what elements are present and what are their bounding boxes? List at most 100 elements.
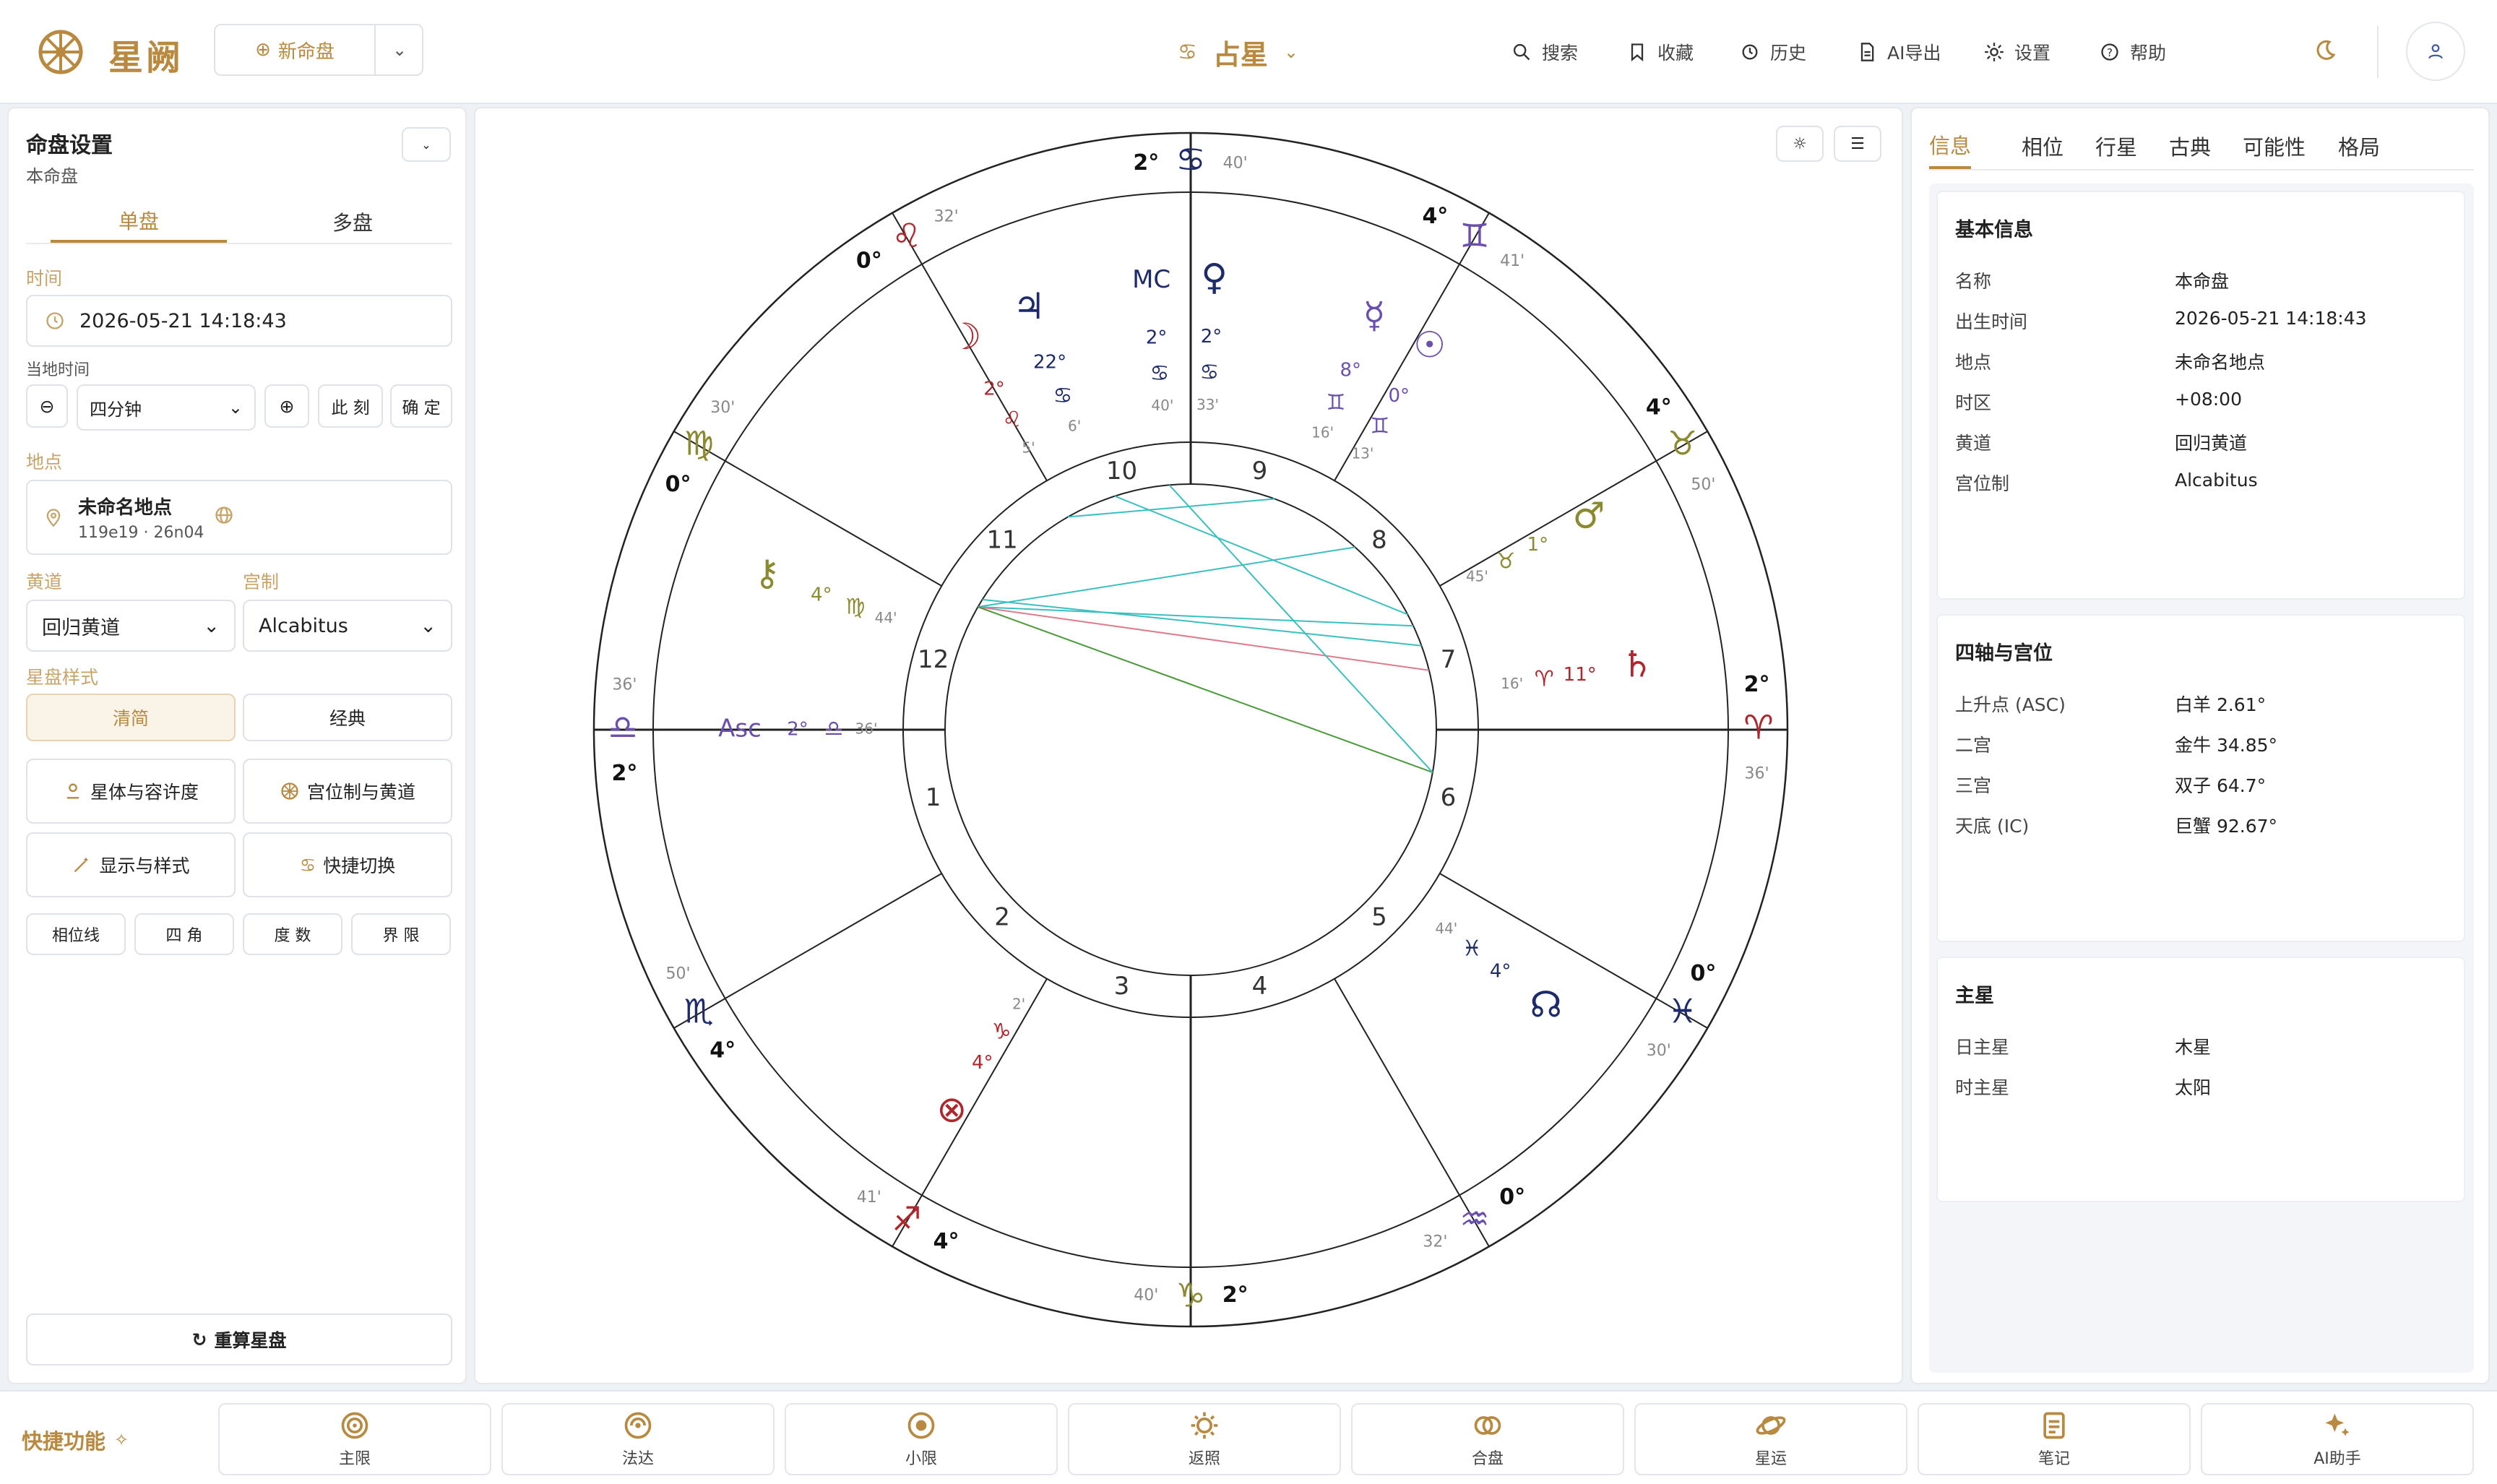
planet-degree: 2° xyxy=(1146,327,1168,349)
style-simple-button[interactable]: 清简 xyxy=(26,694,236,741)
step-select[interactable]: 四分钟 ⌄ xyxy=(77,384,256,431)
globe-icon[interactable] xyxy=(214,505,234,525)
cusp-minute: 36' xyxy=(1745,765,1769,783)
planet-sign: ♌ xyxy=(1003,407,1022,433)
house-ecliptic-button[interactable]: 宫位制与黄道 xyxy=(243,759,452,824)
step-forward-button[interactable]: ⊕ xyxy=(264,384,309,428)
quick-functions-title: 快捷功能 ✧ xyxy=(22,1429,129,1454)
aspect-line xyxy=(1168,484,1433,773)
planet-minute: 6' xyxy=(1068,417,1081,434)
style-classic-button[interactable]: 经典 xyxy=(243,694,452,741)
info-content: 基本信息 名称 本命盘 出生时间 2026-05-21 14:18:43 地点 未命名… xyxy=(1929,184,2474,1373)
chart-canvas: ☼ ☰ 1 2 3 4 5 6 7 8 9 10 11 12 ♋ 2° 40' ♊ 4° 41' ♉ 4° 50' ♈ 2°… xyxy=(474,107,1903,1384)
planet-minute: 2' xyxy=(1012,995,1025,1012)
location-name: 未命名地点 xyxy=(78,497,173,519)
quick-firdaria[interactable]: 法达 xyxy=(501,1403,775,1475)
tab-info[interactable]: 信息 xyxy=(1929,123,1972,169)
cusp-degree: 0° xyxy=(1499,1184,1525,1209)
location-label: 地点 xyxy=(26,452,63,473)
nav-history[interactable]: 历史 xyxy=(1740,32,1806,72)
aspect-line xyxy=(978,606,1433,773)
planet-glyph: ♀ xyxy=(1201,256,1228,298)
collapse-button[interactable]: ⌄ xyxy=(402,127,451,162)
nav-ai-export[interactable]: AI导出 xyxy=(1857,32,1941,72)
cancer-glyph-icon: ♋ xyxy=(1178,39,1197,65)
new-chart-dropdown[interactable]: ⌄ xyxy=(376,25,423,74)
tab-multi[interactable]: 多盘 xyxy=(264,201,441,243)
cusp-degree: 4° xyxy=(1422,204,1448,229)
tab-patterns[interactable]: 格局 xyxy=(2338,123,2380,169)
module-switcher[interactable]: ♋ 占星 ⌄ xyxy=(1178,29,1298,75)
chevron-down-icon: ⌄ xyxy=(203,614,220,637)
step-back-button[interactable]: ⊖ xyxy=(26,384,68,428)
cancer-glyph-icon: ♋ xyxy=(299,854,316,876)
cusp-minute: 30' xyxy=(710,399,735,417)
cusp-degree: 4° xyxy=(710,1038,736,1064)
chevron-down-icon: ⌄ xyxy=(421,137,431,152)
theme-toggle-icon[interactable] xyxy=(2312,38,2338,64)
planet-glyph: ☿ xyxy=(1363,294,1385,336)
tab-single[interactable]: 单盘 xyxy=(51,201,227,243)
planet-glyph: ♂ xyxy=(1573,495,1605,537)
quick-primary-directions[interactable]: 主限 xyxy=(218,1403,491,1475)
cusp-minute: 41' xyxy=(857,1189,881,1207)
cusp-degree: 2° xyxy=(1744,672,1770,697)
cusp-degree: 4° xyxy=(1646,394,1672,420)
cusp-minute: 32' xyxy=(1423,1233,1447,1251)
confirm-button[interactable]: 确 定 xyxy=(390,384,452,428)
bookmark-icon xyxy=(1631,43,1644,61)
tab-aspects[interactable]: 相位 xyxy=(2022,123,2063,169)
planet-glyph: Asc xyxy=(718,715,762,743)
house-system-label: 宫制 xyxy=(243,571,280,592)
toggle-aspect-lines[interactable]: 相位线 xyxy=(26,913,126,955)
sparkles-icon xyxy=(2325,1413,2350,1436)
toggle-angles[interactable]: 四 角 xyxy=(134,913,234,955)
nav-help[interactable]: ? 帮助 xyxy=(2100,32,2166,72)
info-value: 2026-05-21 14:18:43 xyxy=(2175,308,2367,329)
quick-synastry[interactable]: 合盘 xyxy=(1351,1403,1624,1475)
quick-notes[interactable]: 笔记 xyxy=(1918,1403,2191,1475)
nav-settings[interactable]: 设置 xyxy=(1984,32,2050,72)
info-value: Alcabitus xyxy=(2175,470,2258,491)
toggle-terms[interactable]: 界 限 xyxy=(351,913,451,955)
quick-transits[interactable]: 星运 xyxy=(1634,1403,1907,1475)
avatar[interactable] xyxy=(2406,22,2465,81)
help-icon: ? xyxy=(2101,43,2118,61)
display-style-button[interactable]: 显示与样式 xyxy=(26,832,236,897)
cusp-degree: 2° xyxy=(1133,150,1159,176)
circle-dot-icon xyxy=(907,1412,935,1439)
bodies-orbs-button[interactable]: 星体与容许度 xyxy=(26,759,236,824)
axes-card: 四轴与宫位 上升点 (ASC) 白羊 2.61° 二宫 金牛 34.85° 三宫 双子… xyxy=(1936,614,2465,942)
chart-style-label: 星盘样式 xyxy=(26,667,99,688)
recalculate-button[interactable]: ↻ 重算星盘 xyxy=(26,1313,452,1366)
quick-switch-button[interactable]: ♋ 快捷切换 xyxy=(243,832,452,897)
cusp-degree: 0° xyxy=(856,249,882,274)
nav-search[interactable]: 搜索 xyxy=(1511,32,1578,72)
toggle-degrees[interactable]: 度 数 xyxy=(243,913,342,955)
quick-profections[interactable]: 小限 xyxy=(785,1403,1058,1475)
location-input[interactable]: 未命名地点 119e19 · 26n04 xyxy=(26,480,452,555)
planet-degree: 4° xyxy=(811,584,832,605)
planet-minute: 44' xyxy=(1435,920,1457,937)
tab-classical[interactable]: 古典 xyxy=(2169,123,2211,169)
new-chart-button[interactable]: ⊕ 新命盘 xyxy=(215,25,374,74)
info-value: 白羊 2.61° xyxy=(2175,694,2267,715)
quick-return[interactable]: 返照 xyxy=(1068,1403,1341,1475)
ecliptic-select[interactable]: 回归黄道 ⌄ xyxy=(26,600,236,652)
tab-possibilities[interactable]: 可能性 xyxy=(2243,123,2306,169)
house-system-select[interactable]: Alcabitus ⌄ xyxy=(243,600,452,652)
datetime-input[interactable]: 2026-05-21 14:18:43 xyxy=(26,295,452,347)
sign-glyph: ♒ xyxy=(1459,1199,1489,1238)
ecliptic-label: 黄道 xyxy=(26,571,63,592)
cusp-minute: 50' xyxy=(1691,476,1715,494)
now-button[interactable]: 此 刻 xyxy=(318,384,383,428)
quick-ai-assistant[interactable]: AI助手 xyxy=(2201,1403,2474,1475)
house-number: 2 xyxy=(994,902,1010,931)
planet-glyph: ☊ xyxy=(1530,984,1562,1026)
planet-degree: 11° xyxy=(1564,664,1597,686)
info-key: 出生时间 xyxy=(1955,311,2028,332)
house-number: 12 xyxy=(918,645,949,674)
nav-bookmark[interactable]: 收藏 xyxy=(1627,32,1694,72)
sign-glyph: ♑ xyxy=(1176,1276,1205,1315)
tab-planets[interactable]: 行星 xyxy=(2095,123,2137,169)
